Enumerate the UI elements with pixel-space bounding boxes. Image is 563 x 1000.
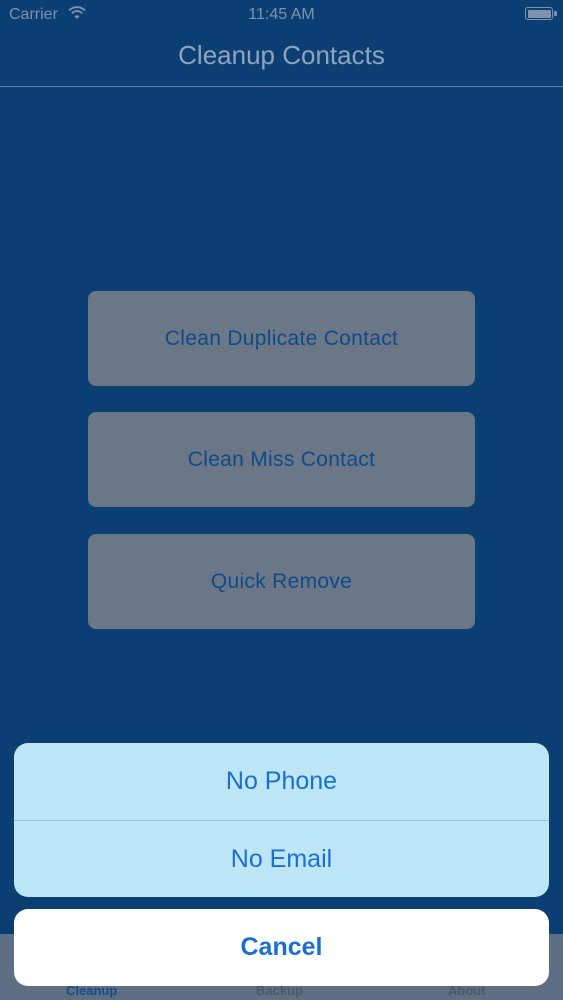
page-title: Cleanup Contacts xyxy=(178,40,385,70)
battery-icon xyxy=(525,7,557,20)
status-bar: Carrier 11:45 AM xyxy=(0,0,563,30)
nav-divider xyxy=(0,86,563,87)
quick-remove-button[interactable]: Quick Remove xyxy=(88,534,475,629)
no-phone-option[interactable]: No Phone xyxy=(14,743,549,820)
clean-miss-contact-button[interactable]: Clean Miss Contact xyxy=(88,412,475,507)
cancel-button[interactable]: Cancel xyxy=(14,909,549,986)
no-email-option[interactable]: No Email xyxy=(14,821,549,897)
action-sheet: No Phone No Email xyxy=(14,743,549,897)
clean-duplicate-contact-button[interactable]: Clean Duplicate Contact xyxy=(88,291,475,386)
app-screen: Carrier 11:45 AM Cleanup Contacts Clean … xyxy=(0,0,563,1000)
clock: 11:45 AM xyxy=(248,6,315,23)
